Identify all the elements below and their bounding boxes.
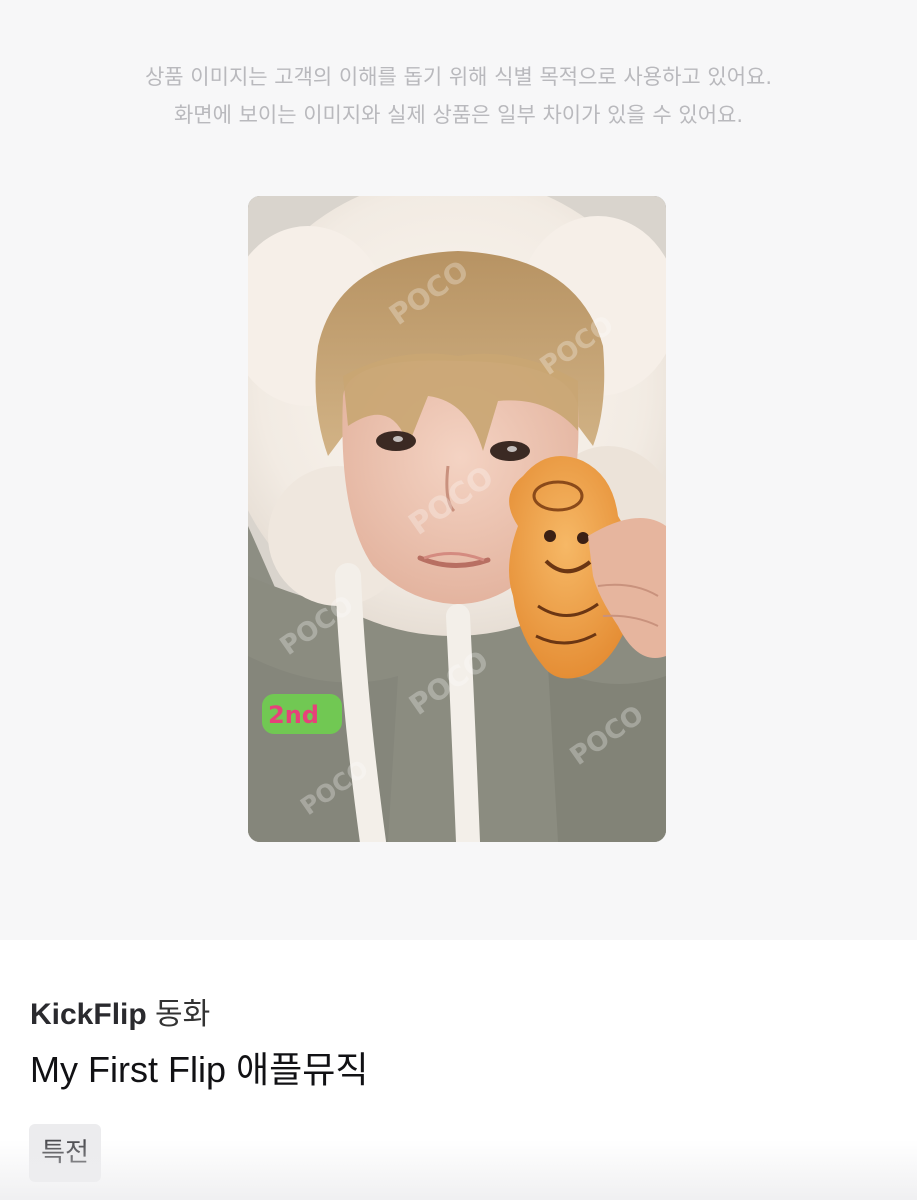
product-title: My First Flip 애플뮤직	[30, 1047, 890, 1094]
product-title-ko: 애플뮤직	[236, 1050, 369, 1091]
svg-text:2nd: 2nd	[268, 701, 319, 729]
artist-name[interactable]: KickFlip	[30, 998, 147, 1031]
disclaimer-line-1: 상품 이미지는 고객의 이해를 돕기 위해 식별 목적으로 사용하고 있어요.	[144, 65, 773, 89]
disclaimer-line-2: 화면에 보이는 이미지와 실제 상품은 일부 차이가 있을 수 있어요.	[173, 103, 744, 127]
product-info: KickFlip 동화 My First Flip 애플뮤직	[30, 995, 890, 1094]
member-name: 동화	[155, 997, 211, 1032]
image-disclaimer: 상품 이미지는 고객의 이해를 돕기 위해 식별 목적으로 사용하고 있어요. …	[0, 58, 917, 134]
bottom-fade	[0, 1140, 917, 1200]
product-title-en: My First Flip	[30, 1049, 226, 1090]
artist-line[interactable]: KickFlip 동화	[30, 995, 890, 1035]
photocard-image[interactable]: 2nd POCO POCO POCO POCO POCO POCO POCO	[248, 196, 666, 842]
photocard-illustration: 2nd POCO POCO POCO POCO POCO POCO POCO	[248, 196, 666, 842]
hoodie-print: 2nd	[262, 694, 342, 734]
product-image-section: 상품 이미지는 고객의 이해를 돕기 위해 식별 목적으로 사용하고 있어요. …	[0, 0, 917, 940]
